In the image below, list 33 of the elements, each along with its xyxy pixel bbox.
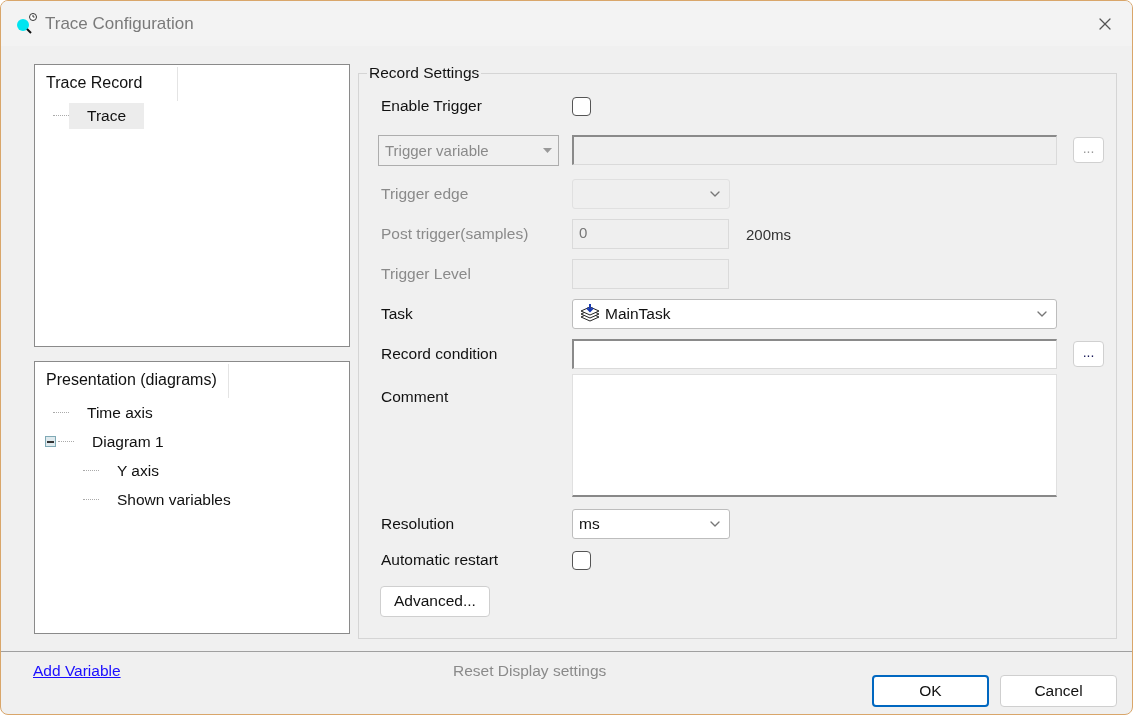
browse-button[interactable]: ... <box>1073 341 1104 368</box>
dropdown-arrow-icon <box>543 147 552 153</box>
collapse-icon[interactable] <box>45 436 56 448</box>
checkbox[interactable] <box>572 550 591 570</box>
field-label: Trigger edge <box>381 185 470 204</box>
dialog-button[interactable]: Cancel <box>1000 675 1117 708</box>
field-label: Automatic restart <box>381 551 500 570</box>
group-title: Record Settings <box>368 64 481 83</box>
field-label: Trigger Level <box>381 265 472 284</box>
window-title: Trace Configuration <box>45 13 195 34</box>
field-label: Enable Trigger <box>381 97 483 116</box>
unit-label: 200ms <box>746 225 792 243</box>
dialog-button[interactable]: OK <box>872 675 989 708</box>
condition-input[interactable] <box>572 339 1057 370</box>
add-variable-link[interactable]: Add Variable <box>33 662 453 681</box>
tree-item[interactable]: Shown variables <box>99 486 249 513</box>
advanced-button[interactable]: Advanced... <box>380 585 490 617</box>
tree-item[interactable]: Time axis <box>69 399 171 426</box>
checkbox[interactable] <box>572 96 591 116</box>
field-label: Record condition <box>381 345 499 364</box>
field-label: Comment <box>381 388 450 407</box>
column-header: Presentation (diagrams) <box>35 364 229 399</box>
field-label: Resolution <box>381 515 456 534</box>
field-label: Post trigger(samples) <box>381 225 530 244</box>
dropdown[interactable]: ms <box>572 509 730 540</box>
magnifier-icon <box>15 11 39 36</box>
variable-input[interactable] <box>572 135 1058 166</box>
column-header: Trace Record <box>35 67 178 102</box>
field-label: Task <box>381 305 414 324</box>
tree-item[interactable]: Y axis <box>99 457 177 484</box>
tree-item[interactable]: Trace <box>69 102 145 129</box>
task-dropdown[interactable]: MainTask <box>572 299 1057 330</box>
tree-item[interactable]: Diagram 1 <box>74 428 182 455</box>
